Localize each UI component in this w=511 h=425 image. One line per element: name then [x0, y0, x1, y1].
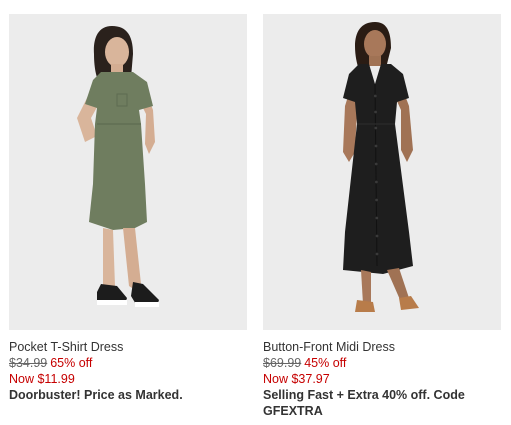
product-card[interactable]: Pocket T-Shirt Dress $34.99 65% off Now $… — [9, 0, 247, 402]
product-name-link[interactable]: Button-Front Midi Dress — [263, 339, 501, 355]
promo-message: Doorbuster! Price as Marked. — [9, 388, 183, 402]
product-image[interactable] — [9, 14, 247, 330]
product-name-link[interactable]: Pocket T-Shirt Dress — [9, 339, 247, 355]
sale-price: Now $11.99 — [9, 372, 75, 386]
product-info: Button-Front Midi Dress $69.99 45% off No… — [263, 339, 501, 419]
price-row: $69.99 45% off — [263, 355, 501, 371]
model-photo-icon — [9, 14, 247, 330]
product-image[interactable] — [263, 14, 501, 330]
model-photo-icon — [263, 14, 501, 330]
discount-percent: 45% off — [304, 356, 347, 370]
product-card[interactable]: Button-Front Midi Dress $69.99 45% off No… — [263, 0, 501, 418]
product-info: Pocket T-Shirt Dress $34.99 65% off Now $… — [9, 339, 247, 403]
original-price: $34.99 — [9, 356, 48, 370]
price-row: $34.99 65% off — [9, 355, 247, 371]
sale-price: Now $37.97 — [263, 372, 330, 386]
discount-percent: 65% off — [50, 356, 93, 370]
promo-message: Selling Fast + Extra 40% off. Code GFEXT… — [263, 388, 465, 418]
original-price: $69.99 — [263, 356, 302, 370]
